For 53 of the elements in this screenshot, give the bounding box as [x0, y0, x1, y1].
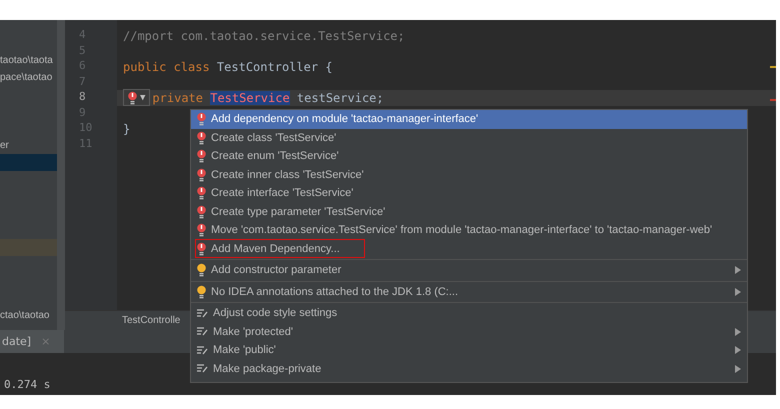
submenu-arrow-icon: [735, 364, 741, 373]
code-text: //mport com.taotao.service.TestService;: [123, 28, 405, 43]
menu-item[interactable]: Add dependency on module 'tactao-manager-interface': [191, 110, 747, 128]
selected-row-highlight: [0, 154, 57, 171]
menu-item[interactable]: Add constructor parameter: [191, 261, 747, 280]
submenu-arrow-icon: [735, 266, 741, 274]
bulb-icon: [197, 263, 206, 278]
code-text: }: [123, 122, 130, 136]
console-text: 0.274 s: [4, 378, 50, 391]
code-text: TestService: [210, 90, 290, 105]
bulb-icon: [197, 284, 206, 299]
format-icon: [197, 308, 208, 318]
warning-stripe-mark: [770, 66, 776, 68]
menu-item[interactable]: Create inner class 'TestService': [191, 166, 747, 184]
menu-item[interactable]: Create enum 'TestService': [191, 147, 747, 166]
menu-item[interactable]: Make 'protected': [191, 322, 747, 341]
submenu-arrow-icon: [735, 328, 741, 336]
intention-button[interactable]: ▼: [123, 89, 150, 106]
menu-item[interactable]: Create class 'TestService': [191, 128, 747, 147]
error-bulb-icon: [197, 149, 206, 164]
error-bulb-icon: [197, 204, 206, 219]
menu-item[interactable]: Make 'public': [191, 341, 747, 360]
menu-item[interactable]: Make package-private: [191, 360, 747, 378]
error-bulb-icon: [197, 242, 206, 256]
error-bulb-icon: [197, 223, 206, 238]
error-stripe-mark: [770, 99, 776, 101]
menu-item[interactable]: Add Maven Dependency...: [191, 240, 747, 258]
code-text: TestController {: [216, 60, 333, 74]
menu-item[interactable]: Adjust code style settings: [191, 304, 747, 322]
error-bulb-icon: [128, 90, 137, 105]
menu-item[interactable]: Create type parameter 'TestService': [191, 202, 747, 221]
tree-item[interactable]: taotao\taota: [0, 52, 57, 69]
menu-item[interactable]: Move 'com.taotao.service.TestService' from module 'tactao-manager-interface' to 'tactao-manager-web': [191, 221, 747, 240]
format-icon: [197, 346, 208, 355]
tree-item[interactable]: pace\taotao: [0, 69, 57, 86]
menu-item[interactable]: Create interface 'TestService': [191, 184, 747, 202]
error-bulb-icon: [197, 112, 206, 126]
code-text: testService;: [296, 90, 384, 105]
tool-window-tab[interactable]: date] ×: [0, 330, 64, 353]
error-bulb-icon: [197, 168, 206, 182]
format-icon: [197, 327, 208, 336]
line-number: 8: [78, 90, 87, 105]
submenu-arrow-icon: [735, 288, 741, 296]
format-icon: [197, 364, 208, 374]
error-bulb-icon: [197, 186, 206, 200]
code-text: public class: [123, 60, 211, 74]
tree-item[interactable]: er: [0, 137, 57, 154]
error-bulb-icon: [197, 130, 206, 145]
submenu-arrow-icon: [735, 346, 741, 354]
menu-item[interactable]: No IDEA annotations attached to the JDK 1.8 (C:...: [191, 282, 747, 301]
code-text: private: [152, 90, 204, 105]
file-tab[interactable]: TestControlle: [122, 315, 180, 326]
tree-item[interactable]: ctao\taotao: [0, 307, 57, 324]
